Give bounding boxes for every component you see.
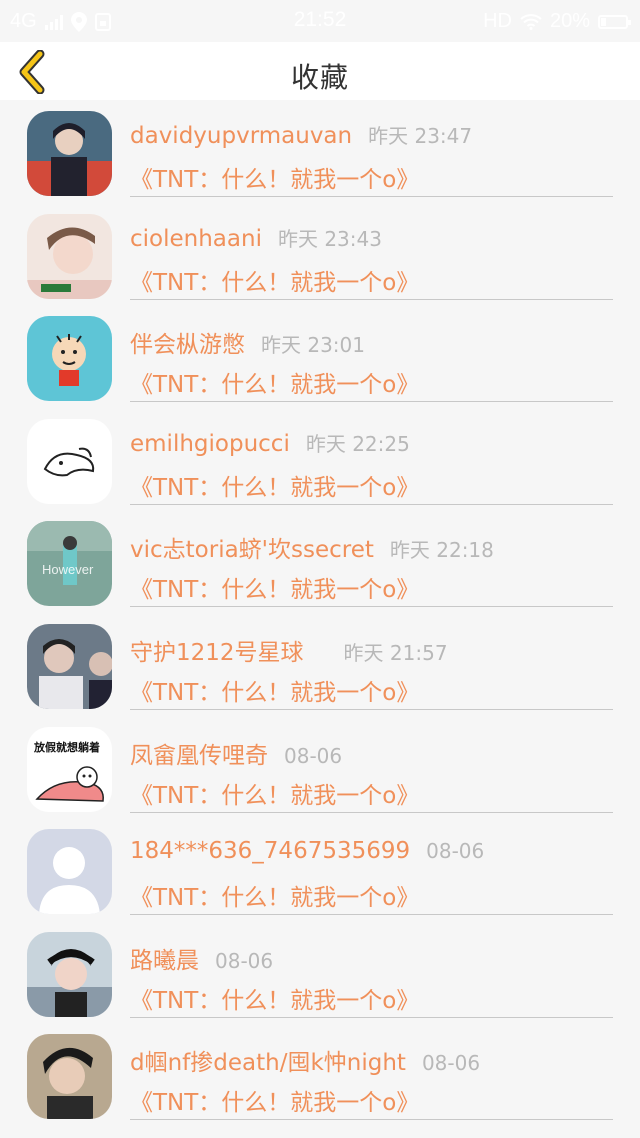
name-line: d帼nf掺death/囤k忡night 08-06	[130, 1043, 480, 1077]
divider	[130, 196, 613, 197]
name-line: vic忐toria蛴'坎ssecret 昨天 22:18	[130, 530, 494, 564]
list-item[interactable]: 放假就想躺着 凤畲凰传哩奇 08-06 《TNT：什么！就我一个o》	[0, 716, 640, 819]
timestamp: 昨天 21:57	[343, 640, 448, 665]
username[interactable]: davidyupvrmauvan	[130, 123, 352, 149]
username[interactable]: 守护1212号星球	[130, 640, 304, 666]
favorites-list: davidyupvrmauvan 昨天 23:47 《TNT：什么！就我一个o》 …	[0, 100, 640, 1126]
list-item[interactable]: 伴会枞游憋 昨天 23:01 《TNT：什么！就我一个o》	[0, 305, 640, 408]
list-item[interactable]: However vic忐toria蛴'坎ssecret 昨天 22:18 《TNT…	[0, 510, 640, 613]
list-item[interactable]: 路曦晨 08-06 《TNT：什么！就我一个o》	[0, 921, 640, 1024]
timestamp: 08-06	[421, 1051, 481, 1076]
story-title[interactable]: 《TNT：什么！就我一个o》	[130, 981, 419, 1015]
timestamp: 昨天 22:18	[389, 538, 494, 563]
divider	[130, 606, 613, 608]
battery-percent: 20%	[549, 10, 590, 32]
hd-label: HD	[483, 10, 512, 32]
avatar[interactable]	[27, 111, 112, 196]
username[interactable]: d帼nf掺death/囤k忡night	[130, 1050, 406, 1076]
story-title[interactable]: 《TNT：什么！就我一个o》	[130, 878, 419, 912]
avatar[interactable]	[27, 931, 112, 1017]
avatar-caption: 放假就想躺着	[33, 740, 100, 754]
divider	[130, 914, 613, 916]
divider	[130, 298, 613, 300]
story-title[interactable]: 《TNT：什么！就我一个o》	[130, 468, 419, 502]
timestamp: 08-06	[426, 839, 485, 864]
battery-icon	[598, 14, 631, 29]
name-line: emilhgiopucci 昨天 22:25	[130, 428, 410, 457]
wifi-icon	[520, 13, 542, 30]
avatar[interactable]	[27, 418, 112, 504]
story-title[interactable]: 《TNT：什么！就我一个o》	[130, 673, 419, 707]
timestamp: 昨天 23:01	[261, 333, 365, 358]
name-line: 伴会枞游憋 昨天 23:01	[130, 325, 365, 359]
status-bar: 4G 21:52 HD 20%	[0, 0, 640, 42]
list-item[interactable]: ciolenhaani 昨天 23:43 《TNT：什么！就我一个o》	[0, 203, 640, 306]
avatar[interactable]: 放假就想躺着	[27, 726, 112, 812]
timestamp: 昨天 23:43	[277, 226, 382, 251]
story-title[interactable]: 《TNT：什么！就我一个o》	[130, 263, 419, 297]
avatar[interactable]	[27, 316, 112, 402]
nav-bar: 收藏	[0, 42, 640, 100]
name-line: ciolenhaani 昨天 23:43	[130, 223, 382, 252]
divider	[130, 401, 613, 403]
username[interactable]: 伴会枞游憋	[130, 332, 245, 358]
list-item[interactable]: d帼nf掺death/囤k忡night 08-06 《TNT：什么！就我一个o》	[0, 1023, 640, 1126]
divider	[130, 503, 613, 505]
timestamp: 昨天 22:25	[305, 431, 410, 456]
name-line: 守护1212号星球 昨天 21:57	[130, 633, 448, 667]
list-item[interactable]: 184***636_7467535699 08-06 《TNT：什么！就我一个o》	[0, 818, 640, 921]
timestamp: 昨天 23:47	[368, 124, 473, 148]
name-line: davidyupvrmauvan 昨天 23:47	[130, 120, 472, 149]
avatar-caption: However	[42, 562, 94, 577]
list-item[interactable]: emilhgiopucci 昨天 22:25 《TNT：什么！就我一个o》	[0, 408, 640, 511]
status-right: HD 20%	[483, 10, 631, 33]
divider	[130, 1119, 613, 1121]
timestamp: 08-06	[284, 743, 343, 768]
avatar[interactable]: However	[27, 521, 112, 607]
divider	[130, 708, 613, 710]
name-line: 凤畲凰传哩奇 08-06	[130, 736, 342, 770]
name-line: 184***636_7467535699 08-06	[130, 838, 484, 864]
username[interactable]: 凤畲凰传哩奇	[130, 743, 268, 769]
username[interactable]: 184***636_7467535699	[130, 838, 410, 864]
story-title[interactable]: 《TNT：什么！就我一个o》	[130, 776, 419, 810]
username[interactable]: vic忐toria蛴'坎ssecret	[130, 537, 374, 563]
list-item[interactable]: davidyupvrmauvan 昨天 23:47 《TNT：什么！就我一个o》	[0, 100, 640, 203]
avatar[interactable]	[27, 213, 112, 299]
timestamp: 08-06	[215, 948, 274, 973]
username[interactable]: ciolenhaani	[130, 226, 262, 252]
divider	[130, 1016, 613, 1018]
avatar[interactable]	[27, 829, 112, 915]
story-title[interactable]: 《TNT：什么！就我一个o》	[130, 160, 419, 194]
story-title[interactable]: 《TNT：什么！就我一个o》	[130, 365, 419, 399]
avatar[interactable]	[27, 1034, 112, 1120]
username[interactable]: 路曦晨	[130, 948, 199, 974]
page-title: 收藏	[290, 61, 349, 94]
name-line: 路曦晨 08-06	[130, 941, 273, 975]
story-title[interactable]: 《TNT：什么！就我一个o》	[130, 1083, 419, 1117]
story-title[interactable]: 《TNT：什么！就我一个o》	[130, 570, 419, 604]
list-item[interactable]: 守护1212号星球 昨天 21:57 《TNT：什么！就我一个o》	[0, 613, 640, 716]
divider	[130, 811, 613, 813]
username[interactable]: emilhgiopucci	[130, 431, 290, 457]
avatar[interactable]	[27, 623, 112, 709]
